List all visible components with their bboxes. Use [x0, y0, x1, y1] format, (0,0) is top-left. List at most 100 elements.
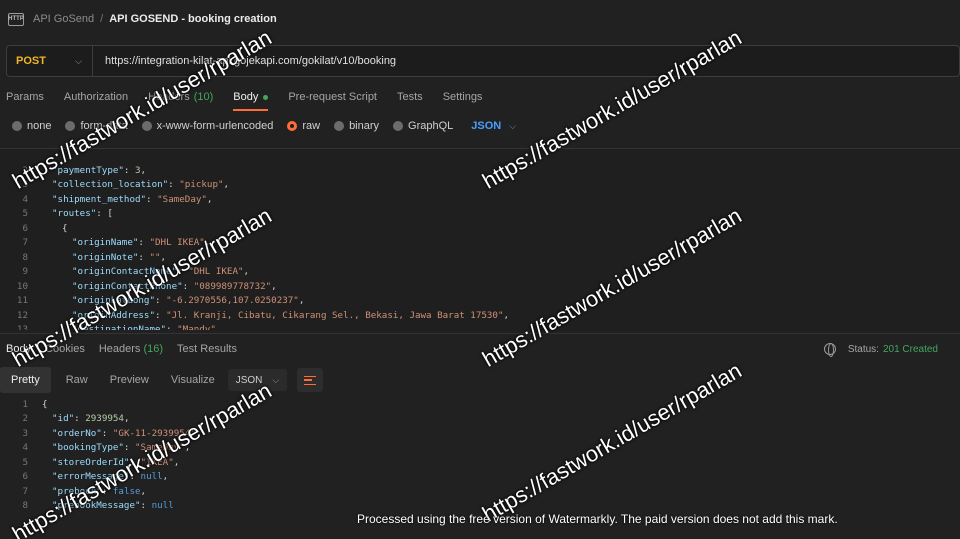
chevron-down-icon: ⌵ — [272, 374, 280, 385]
method-select[interactable]: POST ⌵ — [7, 46, 93, 76]
response-body-viewer[interactable]: 1{2 "id": 2939954, 3 "orderNo": "GK-11-2939… — [0, 397, 960, 517]
tab-headers[interactable]: Headers (10) — [148, 84, 213, 110]
line-number: 8 — [22, 251, 28, 263]
json-value: null — [140, 471, 163, 483]
view-preview[interactable]: Preview — [99, 367, 160, 393]
radio-icon — [393, 121, 404, 131]
code-line: 3 "orderNo": "GK-11-2939954", — [0, 426, 960, 441]
tab-body[interactable]: Body — [233, 84, 269, 111]
code-line: 11 "originLatLong": "-6.2970556,107.02502… — [0, 294, 960, 309]
code-line: 6 "errorMessage": null, — [0, 470, 960, 485]
breadcrumb: HTTP API GoSend / API GOSEND - booking c… — [0, 0, 960, 38]
wrap-lines-button[interactable] — [297, 368, 324, 392]
request-name[interactable]: API GOSEND - booking creation — [109, 13, 276, 25]
json-value: [ — [107, 208, 113, 220]
json-key: "originName" — [72, 237, 139, 249]
code-line: 2 "paymentType": 3, — [0, 163, 960, 178]
watermark-footer: Processed using the free version of Wate… — [357, 512, 838, 526]
line-number: 12 — [16, 309, 28, 321]
breadcrumb-separator: / — [100, 13, 104, 25]
line-number: 7 — [22, 485, 28, 497]
response-tab-body[interactable]: Body — [6, 343, 31, 355]
body-type-raw[interactable]: raw — [287, 120, 320, 132]
code-line: 9 "originContactName": "DHL IKEA", — [0, 265, 960, 280]
view-raw[interactable]: Raw — [55, 367, 99, 393]
line-number: 8 — [22, 500, 28, 512]
body-type-urlencoded[interactable]: x-www-form-urlencoded — [141, 120, 273, 132]
response-tab-cookies[interactable]: Cookies — [45, 343, 85, 355]
http-request-icon: HTTP — [8, 12, 24, 26]
radio-icon — [141, 121, 152, 131]
code-line: 1{ — [0, 397, 960, 412]
code-line: 10 "originContactPhone": "089989778732", — [0, 279, 960, 294]
json-value: "Jl. Kranji, Cibatu, Cikarang Sel., Beka… — [166, 309, 504, 321]
json-value: "" — [149, 251, 161, 263]
tab-authorization[interactable]: Authorization — [64, 84, 128, 110]
globe-icon[interactable] — [823, 343, 836, 357]
chevron-down-icon: ⌵ — [75, 55, 82, 66]
json-key: "storeOrderId" — [52, 456, 130, 468]
response-view-bar: Pretty Raw Preview Visualize JSON ⌵ — [0, 367, 324, 393]
url-input[interactable]: https://integration-kilat-api.gojekapi.c… — [93, 55, 396, 67]
view-visualize[interactable]: Visualize — [160, 367, 226, 393]
json-key: "prebookMessage" — [52, 500, 141, 512]
tab-pre-request-script[interactable]: Pre-request Script — [288, 84, 377, 110]
breadcrumb-collection[interactable]: API GoSend — [33, 13, 94, 25]
body-type-none[interactable]: none — [12, 120, 51, 132]
json-value: "Mandy" — [177, 324, 216, 330]
json-value: "IKEA" — [140, 456, 174, 468]
code-line: 3 "collection_location": "pickup", — [0, 178, 960, 193]
line-number: 10 — [16, 280, 28, 292]
json-value: false — [112, 485, 141, 497]
status-value[interactable]: 201 Created — [883, 344, 938, 355]
json-value: "DHL IKEA" — [188, 266, 244, 278]
json-value: "SameDay" — [135, 442, 185, 454]
code-line: 12 "originAddress": "Jl. Kranji, Cibatu, … — [0, 308, 960, 323]
code-line: 6{ — [0, 221, 960, 236]
code-line: 4 "bookingType": "SameDay", — [0, 441, 960, 456]
request-body-editor[interactable]: 2 "paymentType": 3, 3 "collection_location"… — [0, 149, 960, 330]
json-key: "id" — [52, 413, 75, 425]
method-label: POST — [16, 55, 46, 67]
tab-settings[interactable]: Settings — [443, 84, 483, 110]
response-tab-test-results[interactable]: Test Results — [177, 343, 237, 355]
json-key: "originContactName" — [72, 266, 178, 278]
json-key: "prebook" — [52, 485, 102, 497]
line-number: 9 — [22, 266, 28, 278]
line-number: 3 — [22, 179, 28, 191]
json-value: { — [62, 222, 68, 234]
json-value: { — [42, 398, 48, 410]
line-number: 1 — [22, 398, 28, 410]
response-format-select[interactable]: JSON ⌵ — [227, 369, 288, 391]
code-line: 7 "prebook": false, — [0, 484, 960, 499]
radio-selected-icon — [287, 121, 298, 131]
response-headers-count: (16) — [143, 343, 164, 355]
radio-icon — [334, 121, 345, 131]
json-value: "SameDay" — [157, 193, 207, 205]
tab-params[interactable]: Params — [6, 84, 44, 110]
line-number: 2 — [22, 164, 28, 176]
view-pretty[interactable]: Pretty — [0, 367, 51, 393]
url-bar: POST ⌵ https://integration-kilat-api.goj… — [6, 45, 960, 77]
line-number: 4 — [22, 193, 28, 205]
json-key: "errorMessage" — [52, 471, 130, 483]
tab-tests[interactable]: Tests — [397, 84, 423, 110]
json-value: "DHL IKEA" — [149, 237, 205, 249]
body-language-select[interactable]: JSON — [471, 120, 501, 132]
body-type-graphql[interactable]: GraphQL — [393, 120, 453, 132]
line-number: 7 — [22, 237, 28, 249]
code-line: 13 "destinationName": "Mandy", — [0, 323, 960, 330]
json-key: "routes" — [52, 208, 97, 220]
json-key: "destinationName" — [72, 324, 167, 330]
body-type-options: none form-data x-www-form-urlencoded raw… — [12, 116, 516, 136]
line-number: 5 — [22, 208, 28, 220]
json-value: "089989778732" — [193, 280, 272, 292]
body-type-form-data[interactable]: form-data — [65, 120, 128, 132]
body-type-binary[interactable]: binary — [334, 120, 379, 132]
response-status: Status: 201 Created — [823, 338, 938, 360]
json-key: "originNote" — [72, 251, 139, 263]
line-number: 11 — [16, 295, 28, 307]
response-tabs: Body Cookies Headers (16) Test Results S… — [0, 338, 960, 360]
response-tab-headers[interactable]: Headers (16) — [99, 343, 163, 355]
json-key: "shipment_method" — [52, 193, 147, 205]
